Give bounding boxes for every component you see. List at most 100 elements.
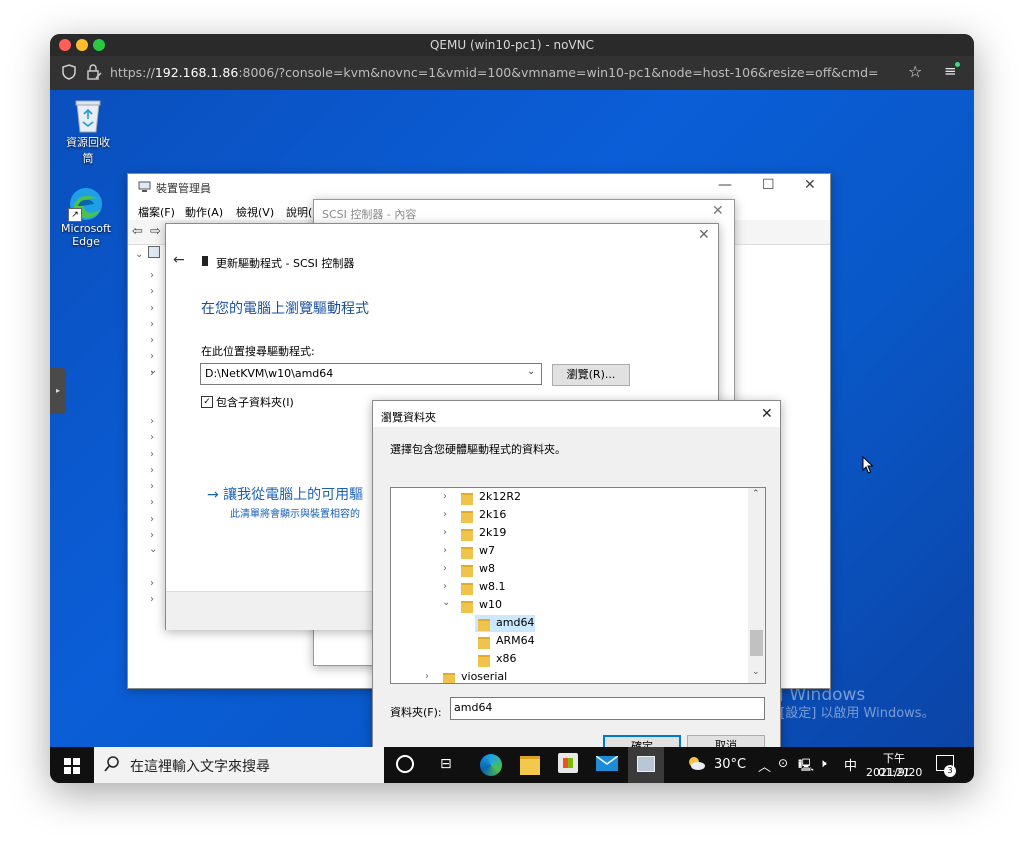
scsi-close-icon[interactable]: ✕ — [712, 203, 724, 219]
notification-badge: 3 — [944, 765, 956, 777]
folder-icon — [461, 493, 473, 505]
driver-path-value: D:\NetKVM\w10\amd64 — [205, 367, 334, 380]
search-placeholder: 在這裡輸入文字來搜尋 — [130, 759, 270, 775]
tree-scrollbar[interactable]: ⌃ ⌄ — [748, 488, 765, 683]
taskbar-search-box[interactable]: 在這裡輸入文字來搜尋 — [94, 747, 384, 783]
folder-icon — [461, 565, 473, 577]
device-manager-icon — [138, 181, 152, 193]
tree-chevron-right-icon[interactable]: › — [443, 581, 447, 592]
scroll-down-icon[interactable]: ⌄ — [752, 667, 760, 677]
menu-view[interactable]: 檢視(V) — [236, 204, 274, 220]
edge-icon: ↗ — [68, 186, 104, 222]
file-explorer-icon[interactable] — [520, 756, 540, 775]
scrollbar-thumb[interactable] — [750, 630, 763, 656]
wizard-back-icon[interactable]: ← — [173, 252, 185, 268]
tree-chevrons-group-c[interactable]: › › — [150, 576, 154, 609]
browse-folder-dialog: 瀏覽資料夾 ✕ 選擇包含您硬體驅動程式的資料夾。 › 2k12R2 › 2k16… — [372, 400, 781, 747]
update-dot-icon — [955, 62, 960, 67]
tree-chevrons-group-b[interactable]: › › › › › › › › — [150, 414, 154, 544]
recycle-bin-label: 資源回收筒 — [66, 136, 110, 165]
browse-folder-title: 瀏覽資料夾 — [381, 411, 436, 424]
close-icon[interactable]: ✕ — [804, 177, 816, 193]
combobox-chevron-down-icon[interactable]: ⌄ — [527, 366, 535, 377]
tree-chevron-down-icon[interactable]: ⌄ — [135, 249, 143, 260]
browse-close-icon[interactable]: ✕ — [761, 406, 773, 422]
forward-arrow-icon[interactable]: ⇨ — [150, 224, 161, 239]
shortcut-arrow-icon: ↗ — [68, 208, 82, 222]
recycle-bin-shortcut[interactable]: 資源回收筒 — [62, 98, 114, 166]
tree-chevron-right-icon[interactable]: › — [443, 563, 447, 574]
minimize-icon[interactable]: — — [718, 177, 732, 193]
device-manager-taskbar-icon — [637, 756, 655, 772]
driver-card-icon — [202, 256, 208, 266]
ime-indicator[interactable]: 中 — [844, 755, 857, 774]
mouse-cursor-icon — [862, 455, 874, 477]
clock-date[interactable]: 2021/9/20 — [866, 766, 922, 779]
novnc-control-tab[interactable]: ▸ — [50, 368, 66, 414]
device-manager-taskbar-button[interactable] — [628, 747, 664, 783]
tree-chevron-expanded-a[interactable]: ⌄ — [149, 365, 157, 376]
tree-chevron-down-icon[interactable]: ⌄ — [442, 597, 450, 608]
tree-chevron-right-icon[interactable]: › — [443, 545, 447, 556]
ok-button[interactable]: 確定 — [603, 735, 681, 747]
folder-icon — [443, 673, 455, 683]
menu-action[interactable]: 動作(A) — [185, 204, 223, 220]
tree-chevron-right-icon[interactable]: › — [443, 509, 447, 520]
show-hidden-icons-chevron-up-icon[interactable]: ︿ — [758, 756, 771, 775]
cancel-button[interactable]: 取消 — [687, 735, 765, 747]
folder-icon — [478, 619, 490, 631]
tree-label: 2k16 — [479, 508, 507, 521]
safely-remove-hardware-icon[interactable]: ⊙ — [778, 756, 788, 770]
computer-icon — [148, 246, 160, 258]
scsi-properties-title: SCSI 控制器 - 內容 — [322, 208, 417, 221]
driver-path-combobox[interactable]: D:\NetKVM\w10\amd64 ⌄ — [200, 363, 542, 385]
pick-from-list-link[interactable]: → 讓我從電腦上的可用驅 — [207, 484, 363, 504]
search-icon — [104, 755, 120, 776]
menu-file[interactable]: 檔案(F) — [138, 204, 175, 220]
weather-icon[interactable] — [686, 755, 706, 771]
scroll-up-icon[interactable]: ⌃ — [752, 489, 760, 499]
tree-label: amd64 — [496, 616, 535, 629]
shield-icon[interactable] — [62, 64, 76, 80]
tree-label: 2k12R2 — [479, 490, 522, 503]
volume-muted-icon[interactable]: 🕨 — [819, 756, 827, 771]
wizard-close-icon[interactable]: ✕ — [698, 227, 710, 243]
folder-field-label: 資料夾(F): — [390, 706, 442, 719]
weather-temperature[interactable]: 30°C — [714, 757, 746, 772]
folder-tree[interactable]: › 2k12R2 › 2k16 › 2k19 › w7 › w8 › w8.1 … — [390, 487, 766, 684]
include-subfolders-label: 包含子資料夾(I) — [216, 396, 294, 409]
address-bar[interactable]: https://192.168.1.86:8006/?console=kvm&n… — [50, 56, 974, 90]
maximize-icon[interactable]: ☐ — [762, 177, 775, 193]
bookmark-star-icon[interactable]: ☆ — [908, 62, 922, 81]
browse-instruction: 選擇包含您硬體驅動程式的資料夾。 — [390, 443, 566, 456]
folder-icon — [461, 529, 473, 541]
tree-chevron-right-icon[interactable]: › — [425, 671, 429, 682]
folder-field-input[interactable]: amd64 — [450, 697, 765, 720]
tree-chevron-expanded-b[interactable]: ⌄ — [149, 544, 157, 555]
url-text[interactable]: https://192.168.1.86:8006/?console=kvm&n… — [110, 65, 879, 80]
tree-label: w10 — [479, 598, 502, 611]
tree-label: w7 — [479, 544, 495, 557]
store-icon[interactable] — [558, 753, 578, 773]
tree-label: w8.1 — [479, 580, 506, 593]
include-subfolders-checkbox[interactable]: ✓ — [201, 396, 213, 408]
tree-chevron-right-icon[interactable]: › — [443, 527, 447, 538]
folder-icon — [461, 511, 473, 523]
back-arrow-icon[interactable]: ⇦ — [132, 224, 143, 239]
windows-desktop: ▸ 資源回收筒 ↗ Microsoft Edge 啟用 Windows 移至 [… — [50, 90, 974, 747]
tree-chevron-right-icon[interactable]: › — [443, 491, 447, 502]
start-windows-icon[interactable] — [64, 758, 80, 774]
tree-label: 2k19 — [479, 526, 507, 539]
mail-icon[interactable] — [595, 755, 619, 771]
device-manager-title: 裝置管理員 — [156, 182, 211, 195]
edge-shortcut[interactable]: ↗ Microsoft Edge — [56, 186, 116, 248]
task-view-icon[interactable]: ⊟ — [440, 756, 452, 772]
browser-titlebar: QEMU (win10-pc1) - noVNC — [50, 34, 974, 56]
edge-taskbar-icon[interactable] — [480, 754, 502, 776]
browse-button[interactable]: 瀏覽(R)... — [552, 364, 630, 386]
folder-field-value: amd64 — [454, 701, 493, 714]
lock-icon[interactable] — [86, 64, 102, 80]
tree-row-selected[interactable]: amd64 — [475, 615, 535, 632]
cortana-icon[interactable] — [396, 755, 414, 773]
network-icon[interactable]: 🖳 — [798, 756, 814, 777]
